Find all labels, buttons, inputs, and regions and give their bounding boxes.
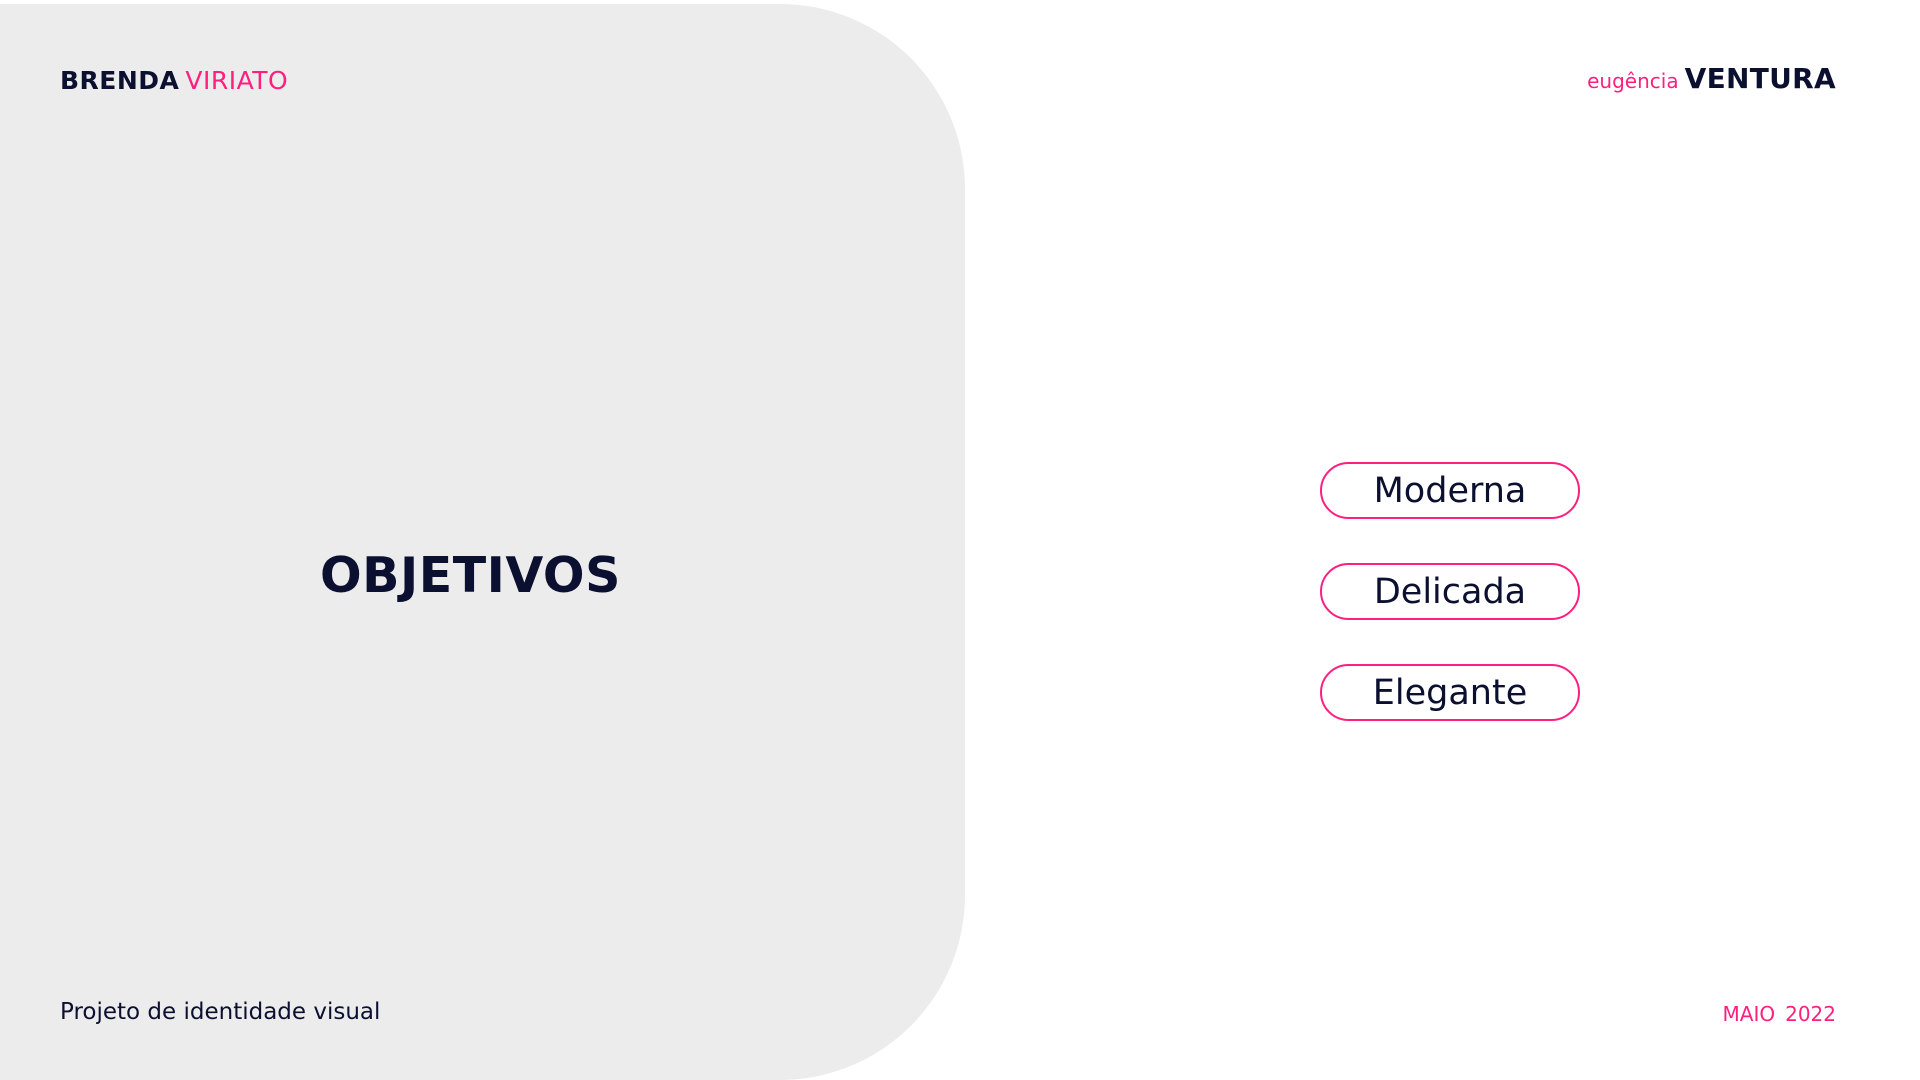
objectives-list: Moderna Delicada Elegante	[1320, 462, 1580, 765]
objective-pill-elegante: Elegante	[1320, 664, 1580, 721]
objective-pill-delicada: Delicada	[1320, 563, 1580, 620]
left-panel-background	[0, 4, 965, 1080]
project-caption: Projeto de identidade visual	[60, 999, 381, 1025]
date-caption: MAIO 2022	[1723, 1001, 1836, 1027]
brand-right: eugência VENTURA	[1587, 63, 1836, 99]
brand-left: BRENDA VIRIATO	[60, 66, 288, 96]
slide: BRENDA VIRIATO eugência VENTURA OBJETIVOS …	[0, 0, 1920, 1080]
brand-right-last: VENTURA	[1684, 62, 1836, 95]
brand-right-first: eugência	[1587, 69, 1679, 93]
brand-left-first: BRENDA	[60, 66, 180, 95]
date-year: 2022	[1785, 1002, 1836, 1026]
date-month: MAIO	[1722, 1002, 1776, 1026]
brand-left-last: VIRIATO	[185, 66, 289, 95]
page-title: OBJETIVOS	[320, 547, 621, 604]
objective-pill-moderna: Moderna	[1320, 462, 1580, 519]
